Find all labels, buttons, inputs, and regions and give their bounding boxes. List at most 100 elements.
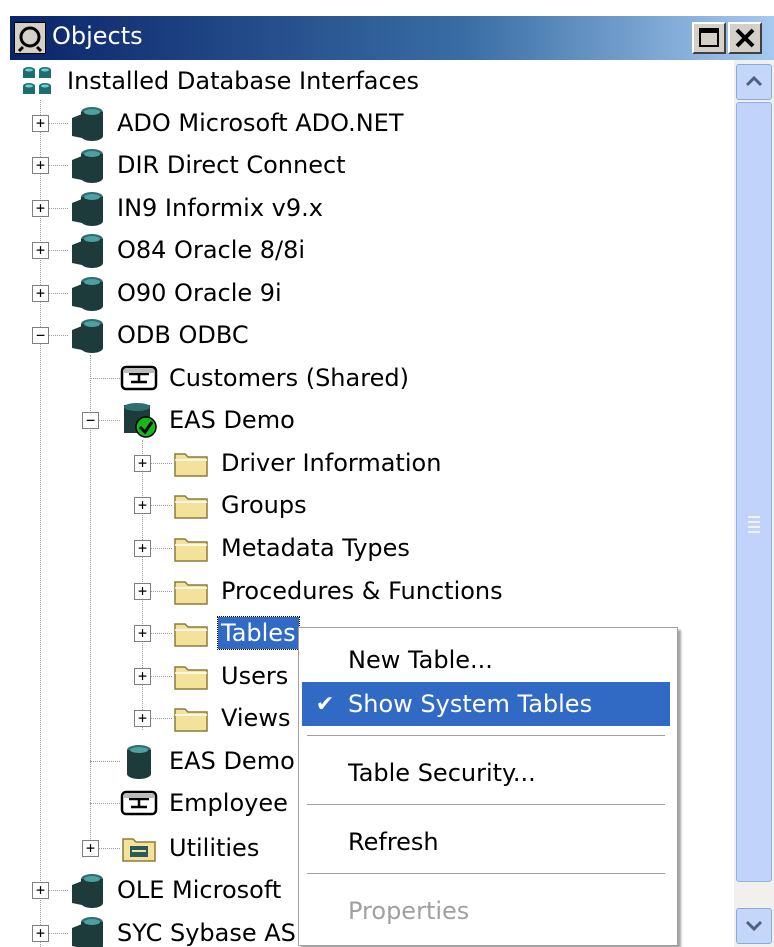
tree-item-odb[interactable]: ODB ODBC	[68, 314, 252, 356]
tree-item-label: Groups	[221, 491, 307, 519]
chevron-down-icon	[745, 920, 763, 932]
scroll-up-button[interactable]	[736, 64, 772, 100]
menu-item-label: Properties	[348, 897, 470, 925]
expander-glyph: +	[137, 667, 148, 685]
expand-toggle[interactable]: +	[32, 157, 49, 174]
tree-item-o90[interactable]: O90 Oracle 9i	[68, 272, 285, 314]
window-title: Objects	[52, 22, 143, 50]
folder-icon	[174, 708, 208, 732]
grip-icon	[748, 516, 760, 533]
tree-item-ado[interactable]: ADO Microsoft ADO.NET	[68, 102, 407, 144]
tree-item-label: Tables	[217, 616, 300, 650]
tree-item-metadata-types[interactable]: Metadata Types	[172, 527, 413, 569]
expand-toggle[interactable]: +	[32, 115, 49, 132]
tree-item-label: Users	[221, 662, 289, 690]
tree-item-customers[interactable]: Customers (Shared)	[120, 357, 412, 399]
vertical-scrollbar[interactable]	[734, 60, 774, 947]
utilities-folder-icon	[122, 838, 156, 862]
tree-connector	[90, 803, 120, 804]
expand-toggle[interactable]: +	[32, 200, 49, 217]
expand-toggle[interactable]: +	[32, 882, 49, 899]
database-driver-icon	[72, 277, 103, 311]
expander-glyph: +	[137, 624, 148, 642]
connected-database-icon	[124, 403, 157, 438]
folder-icon	[174, 495, 208, 519]
tree-item-driver-information[interactable]: Driver Information	[172, 442, 444, 484]
database-driver-icon	[72, 234, 103, 268]
tree-item-views[interactable]: Views	[172, 697, 293, 739]
tree-item-syc[interactable]: SYC Sybase ASE	[68, 912, 314, 947]
tree-item-ole[interactable]: OLE Microsoft	[68, 869, 284, 911]
expander-glyph: +	[35, 241, 46, 259]
expand-toggle[interactable]: +	[32, 925, 49, 942]
tree-item-employee[interactable]: Employee	[120, 782, 291, 824]
tree-item-dir[interactable]: DIR Direct Connect	[68, 144, 349, 186]
checkmark-icon: ✔	[315, 691, 335, 717]
tree-item-procedures[interactable]: Procedures & Functions	[172, 570, 506, 612]
expander-glyph: −	[85, 411, 96, 429]
database-driver-icon	[72, 917, 103, 947]
database-icon	[127, 745, 151, 779]
expander-glyph: +	[35, 114, 46, 132]
tree-item-users[interactable]: Users	[172, 655, 291, 697]
expand-toggle[interactable]: +	[32, 242, 49, 259]
menu-item-table-security[interactable]: Table Security...	[302, 751, 670, 795]
title-bar[interactable]: Objects	[10, 16, 774, 60]
tree-item-label: Views	[221, 704, 291, 732]
collapse-toggle[interactable]: −	[82, 412, 99, 429]
menu-item-label: Table Security...	[348, 759, 536, 787]
menu-item-label: Show System Tables	[348, 690, 593, 718]
expand-toggle[interactable]: +	[134, 625, 151, 642]
expand-toggle[interactable]: +	[134, 497, 151, 514]
menu-item-refresh[interactable]: Refresh	[302, 820, 670, 864]
tree-item-o84[interactable]: O84 Oracle 8/8i	[68, 229, 308, 271]
profile-icon	[120, 365, 158, 391]
tree-item-label: EAS Demo	[169, 406, 295, 434]
folder-icon	[174, 581, 208, 605]
scroll-thumb[interactable]	[736, 102, 772, 882]
menu-item-new-table[interactable]: New Table...	[302, 638, 670, 682]
expander-glyph: −	[35, 326, 46, 344]
database-driver-icon	[72, 874, 103, 908]
tree-item-label: Metadata Types	[221, 534, 410, 562]
tree-item-utilities[interactable]: Utilities	[120, 827, 262, 869]
tree-item-label: O90 Oracle 9i	[117, 279, 282, 307]
tree-item-eas-demo[interactable]: EAS Demo	[120, 399, 298, 441]
expand-toggle[interactable]: +	[82, 840, 99, 857]
tree-item-label: ODB ODBC	[117, 321, 249, 349]
expander-glyph: +	[85, 839, 96, 857]
tree-item-label: ADO Microsoft ADO.NET	[117, 109, 404, 137]
menu-item-show-system-tables[interactable]: ✔ Show System Tables	[302, 682, 670, 726]
expand-toggle[interactable]: +	[134, 710, 151, 727]
tree-item-groups[interactable]: Groups	[172, 484, 310, 526]
tree-item-tables[interactable]: Tables	[172, 612, 300, 654]
expand-toggle[interactable]: +	[134, 583, 151, 600]
database-driver-icon	[72, 149, 103, 183]
expand-toggle[interactable]: +	[134, 668, 151, 685]
expand-toggle[interactable]: +	[32, 285, 49, 302]
menu-separator	[307, 873, 665, 875]
menu-item-properties[interactable]: Properties	[302, 889, 670, 933]
expander-glyph: +	[137, 709, 148, 727]
expander-glyph: +	[35, 199, 46, 217]
tree-item-label: Utilities	[169, 834, 260, 862]
tree-item-label: Driver Information	[221, 449, 442, 477]
folder-icon	[174, 623, 208, 647]
scroll-down-button[interactable]	[736, 908, 772, 944]
objects-window: Objects Installed Database Interfaces + …	[0, 0, 774, 947]
database-interfaces-icon	[23, 67, 51, 94]
tree-root[interactable]: Installed Database Interfaces	[18, 60, 422, 102]
folder-icon	[174, 666, 208, 690]
tree-item-eas-demo-db[interactable]: EAS Demo	[120, 740, 298, 782]
tree-item-label: Customers (Shared)	[169, 364, 409, 392]
maximize-button[interactable]	[692, 22, 726, 54]
expander-glyph: +	[35, 284, 46, 302]
expand-toggle[interactable]: +	[134, 540, 151, 557]
collapse-toggle[interactable]: −	[32, 327, 49, 344]
tree-item-label: Employee	[169, 789, 288, 817]
tree-item-in9[interactable]: IN9 Informix v9.x	[68, 187, 326, 229]
close-button[interactable]	[728, 22, 762, 54]
expand-toggle[interactable]: +	[134, 455, 151, 472]
chevron-up-icon	[745, 75, 763, 87]
tree-connector	[40, 100, 41, 947]
